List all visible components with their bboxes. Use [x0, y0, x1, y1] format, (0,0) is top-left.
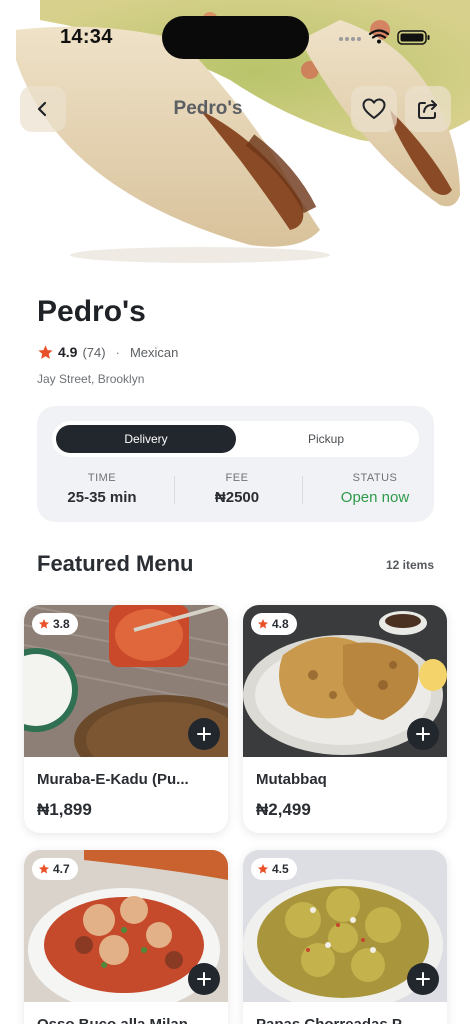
status-bar: 14:34 [0, 0, 470, 76]
delivery-fee-stat: FEE ₦2500 [182, 472, 292, 506]
rating-score: 4.9 [58, 344, 78, 360]
menu-item-name: Muraba-E-Kadu (Pu... [37, 771, 189, 788]
dynamic-island [162, 16, 309, 59]
restaurant-name: Pedro's [37, 295, 146, 328]
status-icons [339, 29, 430, 45]
plus-icon [197, 727, 211, 741]
chevron-left-icon [37, 101, 47, 117]
delivery-tab[interactable]: Delivery [56, 425, 236, 453]
menu-item-card[interactable]: 4.7 Osso Buco alla Milan... [24, 850, 228, 1024]
plus-icon [416, 972, 430, 986]
restaurant-address: Jay Street, Brooklyn [37, 372, 145, 386]
status-value: Open now [340, 489, 410, 506]
rating-value: 4.7 [53, 862, 70, 876]
add-to-cart-button[interactable] [407, 718, 439, 750]
star-icon [258, 619, 268, 629]
battery-icon [397, 30, 430, 45]
share-button[interactable] [405, 86, 451, 132]
share-icon [418, 100, 437, 119]
menu-item-card[interactable]: 3.8 Muraba-E-Kadu (Pu... ₦1,899 [24, 605, 228, 833]
rating-badge: 3.8 [32, 613, 78, 635]
divider [302, 476, 303, 504]
signal-icon [339, 37, 361, 41]
star-icon [39, 619, 49, 629]
featured-menu-title: Featured Menu [37, 551, 194, 576]
nav-title: Pedro's [173, 98, 243, 119]
time-label: TIME [87, 472, 117, 484]
review-count: (74) [82, 344, 106, 360]
rating-badge: 4.7 [32, 858, 78, 880]
heart-icon [362, 98, 386, 119]
add-to-cart-button[interactable] [188, 718, 220, 750]
favorite-button[interactable] [351, 86, 397, 132]
time-value: 25-35 min [67, 489, 137, 506]
cuisine-label: Mexican [129, 344, 179, 360]
wifi-icon [368, 29, 390, 39]
delivery-time-stat: TIME 25-35 min [47, 472, 157, 506]
rating-value: 3.8 [53, 617, 70, 631]
order-info-card: Delivery Pickup TIME 25-35 min FEE ₦2500… [37, 406, 434, 522]
order-mode-toggle: Delivery Pickup [52, 421, 419, 457]
menu-item-card[interactable]: 4.8 Mutabbaq ₦2,499 [243, 605, 447, 833]
menu-item-name: Mutabbaq [256, 771, 327, 788]
rating-value: 4.5 [272, 862, 289, 876]
add-to-cart-button[interactable] [407, 963, 439, 995]
separator-dot: · [115, 344, 120, 360]
rating-value: 4.8 [272, 617, 289, 631]
back-button[interactable] [20, 86, 66, 132]
pickup-tab[interactable]: Pickup [238, 425, 414, 453]
star-icon [38, 344, 53, 359]
menu-item-price: ₦1,899 [37, 800, 92, 819]
menu-item-name: Papas Chorreadas P... [256, 1016, 440, 1024]
plus-icon [197, 972, 211, 986]
rating-badge: 4.8 [251, 613, 297, 635]
status-time: 14:34 [60, 26, 113, 48]
star-icon [258, 864, 268, 874]
rating-row: 4.9 (74) · Mexican [37, 342, 178, 362]
items-count[interactable]: 12 items [360, 558, 434, 572]
add-to-cart-button[interactable] [188, 963, 220, 995]
star-icon [39, 864, 49, 874]
rating-badge: 4.5 [251, 858, 297, 880]
menu-item-card[interactable]: 4.5 Papas Chorreadas P... [243, 850, 447, 1024]
status-stat: STATUS Open now [320, 472, 430, 506]
status-label: STATUS [352, 472, 398, 484]
menu-item-name: Osso Buco alla Milan... [37, 1016, 221, 1024]
divider [174, 476, 175, 504]
fee-value: ₦2500 [214, 489, 260, 506]
fee-label: FEE [225, 472, 249, 484]
hero-image: 14:34 Pedro's [0, 0, 470, 268]
plus-icon [416, 727, 430, 741]
menu-item-price: ₦2,499 [256, 800, 311, 819]
